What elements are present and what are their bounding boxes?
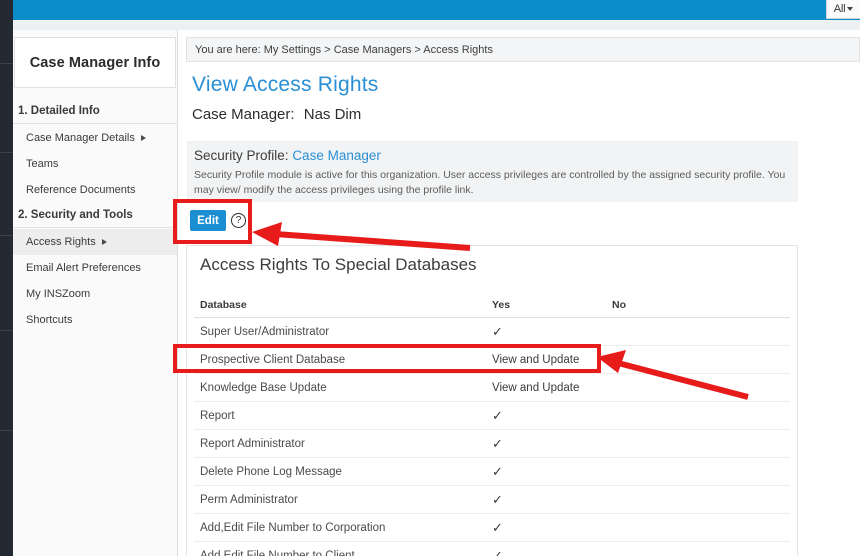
sidebar-item-label: Case Manager Details [26, 132, 135, 144]
table-row: Perm Administrator ✓ [194, 486, 790, 514]
sidebar-item-reference-documents[interactable]: Reference Documents [13, 177, 177, 203]
app-header-bar [13, 0, 860, 20]
sidebar-item-my-inszoom[interactable]: My INSZoom [13, 281, 177, 307]
case-manager-line: Case Manager: Nas Dim [192, 106, 361, 123]
table-row: Knowledge Base Update View and Update [194, 374, 790, 402]
edit-button[interactable]: Edit [190, 210, 226, 231]
sidebar-item-label: Reference Documents [26, 184, 136, 196]
help-icon-glyph: ? [235, 214, 242, 226]
column-header-no: No [612, 299, 626, 311]
sidebar-group-label: 2. Security and Tools [18, 209, 133, 221]
sidebar-item-case-manager-details[interactable]: Case Manager Details [13, 125, 177, 151]
table-row: Prospective Client Database View and Upda… [194, 346, 790, 374]
scope-filter-label: All [833, 3, 846, 15]
checkmark-icon: ✓ [492, 408, 503, 423]
sidebar-group-label: 1. Detailed Info [18, 105, 100, 117]
cell-database: Report Administrator [200, 437, 305, 450]
sidebar-title-card: Case Manager Info [14, 37, 176, 88]
help-icon[interactable]: ? [231, 213, 246, 228]
column-header-database: Database [200, 299, 247, 311]
access-rights-table: Database Yes No Super User/Administrator… [194, 293, 790, 556]
table-row: Delete Phone Log Message ✓ [194, 458, 790, 486]
breadcrumb[interactable]: You are here: My Settings > Case Manager… [186, 37, 860, 62]
security-profile-panel: Security Profile: Case Manager Security … [187, 141, 798, 202]
sidebar-item-label: My INSZoom [26, 288, 91, 300]
cell-yes: View and Update [492, 381, 580, 394]
sidebar-item-access-rights[interactable]: Access Rights [13, 229, 177, 255]
checkmark-icon: ✓ [492, 520, 503, 535]
sidebar-item-label: Access Rights [26, 236, 96, 248]
chevron-right-icon [101, 239, 107, 245]
panel-title: Access Rights To Special Databases [200, 255, 477, 274]
table-header-row: Database Yes No [194, 293, 790, 318]
table-row: Super User/Administrator ✓ [194, 318, 790, 346]
page-title: View Access Rights [192, 73, 379, 96]
screen-root: All Case Manager Info 1. Detailed Info C… [0, 0, 860, 556]
chevron-down-icon [847, 7, 854, 11]
sidebar-item-label: Email Alert Preferences [26, 262, 141, 274]
sidebar-item-label: Shortcuts [26, 314, 73, 326]
header-underbar [13, 20, 860, 30]
security-profile-title: Security Profile: Case Manager [194, 148, 788, 163]
sidebar-item-shortcuts[interactable]: Shortcuts [13, 307, 177, 333]
security-profile-label: Security Profile: [194, 148, 289, 163]
access-rights-panel: Access Rights To Special Databases Datab… [186, 245, 798, 556]
sidebar-item-teams[interactable]: Teams [13, 151, 177, 177]
table-row: Report ✓ [194, 402, 790, 430]
sidebar: Case Manager Info 1. Detailed Info Case … [13, 30, 178, 556]
cell-database: Perm Administrator [200, 493, 298, 506]
cell-database: Report [200, 409, 235, 422]
sidebar-item-email-alert-preferences[interactable]: Email Alert Preferences [13, 255, 177, 281]
case-manager-value: Nas Dim [303, 106, 362, 123]
cell-database: Super User/Administrator [200, 325, 330, 338]
scope-filter-dropdown[interactable]: All [826, 0, 860, 19]
cell-database: Delete Phone Log Message [200, 465, 342, 478]
table-row: Add,Edit File Number to Client ✓ [194, 542, 790, 556]
cell-database: Prospective Client Database [200, 353, 346, 366]
security-profile-link[interactable]: Case Manager [292, 148, 381, 163]
cell-database: Knowledge Base Update [200, 381, 327, 394]
checkmark-icon: ✓ [492, 436, 503, 451]
checkmark-icon: ✓ [492, 464, 503, 479]
breadcrumb-text: You are here: My Settings > Case Manager… [195, 43, 493, 56]
chevron-right-icon [140, 135, 146, 141]
sidebar-title: Case Manager Info [29, 54, 161, 71]
sidebar-group-heading-security-and-tools: 2. Security and Tools [13, 203, 178, 228]
checkmark-icon: ✓ [492, 324, 503, 339]
cell-database: Add,Edit File Number to Client [200, 549, 355, 556]
security-profile-description: Security Profile module is active for th… [194, 169, 786, 196]
checkmark-icon: ✓ [492, 492, 503, 507]
table-row: Report Administrator ✓ [194, 430, 790, 458]
sidebar-item-label: Teams [26, 158, 59, 170]
case-manager-label: Case Manager: [192, 106, 295, 123]
column-header-yes: Yes [492, 299, 511, 311]
sidebar-group-heading-detailed-info: 1. Detailed Info [13, 99, 178, 124]
table-row: Add,Edit File Number to Corporation ✓ [194, 514, 790, 542]
cell-yes: View and Update [492, 353, 580, 366]
checkmark-icon: ✓ [492, 548, 503, 556]
cell-database: Add,Edit File Number to Corporation [200, 521, 386, 534]
left-rail [0, 0, 13, 556]
